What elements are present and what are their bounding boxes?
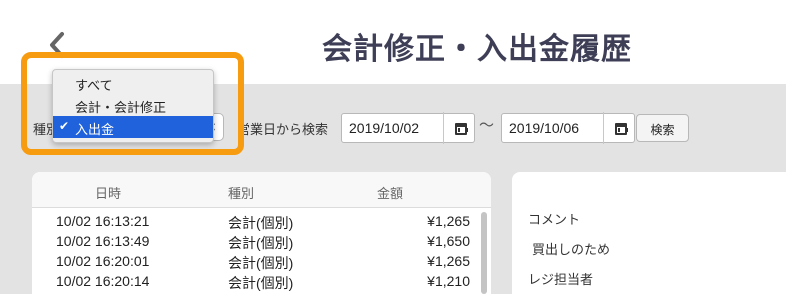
- table-row[interactable]: 10/02 16:13:21 会計(個別) ¥1,265: [32, 213, 482, 232]
- row-type: 会計(個別): [228, 255, 294, 271]
- date-divider: [603, 112, 604, 144]
- row-amount: ¥1,265: [427, 253, 470, 269]
- date-from-value: 2019/10/02: [349, 120, 420, 136]
- date-to-value: 2019/10/06: [509, 120, 580, 136]
- table-row[interactable]: 10/02 16:20:14 会計(個別) ¥1,210: [32, 273, 482, 292]
- row-datetime: 10/02 16:20:01: [56, 253, 150, 269]
- table-row[interactable]: 10/02 16:20:01 会計(個別) ¥1,265: [32, 253, 482, 272]
- date-divider: [443, 112, 444, 144]
- calendar-icon[interactable]: [615, 123, 628, 135]
- search-button[interactable]: 検索: [636, 114, 689, 142]
- row-type: 会計(個別): [228, 275, 294, 291]
- row-amount: ¥1,210: [427, 273, 470, 289]
- page-title: 会計修正・入出金履歴: [322, 32, 632, 67]
- column-header-type: 種別: [228, 187, 255, 202]
- comment-label: コメント: [528, 213, 581, 228]
- date-to-input[interactable]: 2019/10/06: [501, 113, 635, 143]
- row-amount: ¥1,265: [427, 213, 470, 229]
- date-search-label: 営業日から検索: [237, 123, 329, 138]
- staff-label: レジ担当者: [528, 273, 594, 288]
- comment-value: 買出しのため: [532, 243, 611, 258]
- column-header-datetime: 日時: [95, 187, 122, 202]
- highlight-annotation: [21, 52, 244, 155]
- table-scrollbar[interactable]: [481, 212, 487, 294]
- row-datetime: 10/02 16:13:49: [56, 233, 150, 249]
- date-separator: 〜: [479, 116, 495, 134]
- row-type: 会計(個別): [228, 235, 294, 251]
- date-from-input[interactable]: 2019/10/02: [341, 113, 475, 143]
- row-type: 会計(個別): [228, 215, 294, 231]
- table-row[interactable]: 10/02 16:13:49 会計(個別) ¥1,650: [32, 233, 482, 252]
- calendar-icon[interactable]: [455, 123, 468, 135]
- row-amount: ¥1,650: [427, 233, 470, 249]
- column-header-amount: 金額: [377, 187, 404, 202]
- row-datetime: 10/02 16:20:14: [56, 273, 150, 289]
- row-datetime: 10/02 16:13:21: [56, 213, 150, 229]
